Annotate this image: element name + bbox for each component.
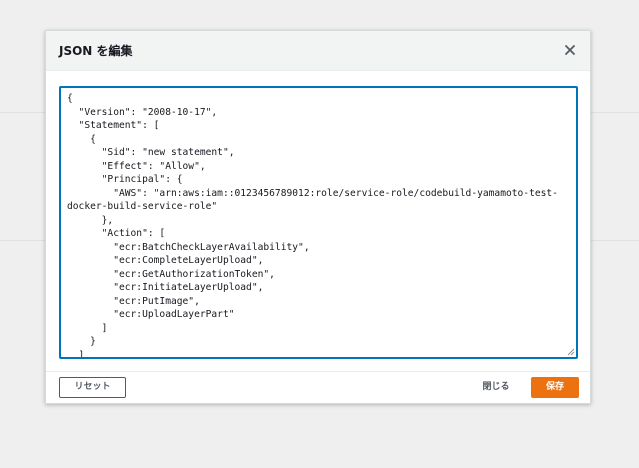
code-line: { (67, 133, 96, 145)
dialog-header: JSON を編集 (46, 31, 590, 71)
resize-grip-icon[interactable] (566, 347, 575, 356)
save-button[interactable]: 保存 (531, 377, 579, 398)
code-line: docker-build-service-role" (67, 201, 218, 212)
close-icon (565, 45, 575, 55)
code-line: ] (67, 349, 85, 359)
code-line: "Effect": "Allow", (67, 160, 206, 172)
background-divider (0, 240, 45, 241)
code-line: "ecr:BatchCheckLayerAvailability", (67, 241, 310, 253)
json-code[interactable]: { "Version": "2008-10-17", "Statement": … (67, 92, 568, 359)
background-divider (0, 112, 45, 113)
code-line: "Sid": "new statement", (67, 147, 235, 158)
code-line: "Statement": [ (67, 120, 160, 131)
code-line: "ecr:CompleteLayerUpload", (67, 255, 264, 266)
background-divider (591, 240, 639, 241)
code-line: "Principal": { (67, 174, 183, 185)
json-editor[interactable]: { "Version": "2008-10-17", "Statement": … (59, 86, 578, 359)
dialog-title: JSON を編集 (59, 44, 133, 58)
code-line: { (67, 93, 73, 104)
footer-divider (46, 371, 590, 372)
code-line: "ecr:PutImage", (67, 295, 200, 307)
code-line: "ecr:GetAuthorizationToken", (67, 268, 275, 280)
edit-json-dialog: JSON を編集 { "Version": "2008-10-17", "Sta… (45, 30, 591, 404)
close-text-button[interactable]: 閉じる (471, 377, 521, 398)
code-line: ] (67, 322, 108, 334)
code-line: "Version": "2008-10-17", (67, 106, 218, 118)
close-button[interactable] (562, 42, 578, 58)
code-line: } (67, 336, 96, 347)
background-divider (591, 112, 639, 113)
code-line: "Action": [ (67, 228, 166, 239)
code-line: }, (67, 214, 114, 226)
code-line: "AWS": "arn:aws:iam::0123456789012:role/… (67, 187, 558, 199)
code-line: "ecr:InitiateLayerUpload", (67, 282, 264, 293)
code-line: "ecr:UploadLayerPart" (67, 309, 235, 320)
reset-button[interactable]: リセット (59, 377, 126, 398)
